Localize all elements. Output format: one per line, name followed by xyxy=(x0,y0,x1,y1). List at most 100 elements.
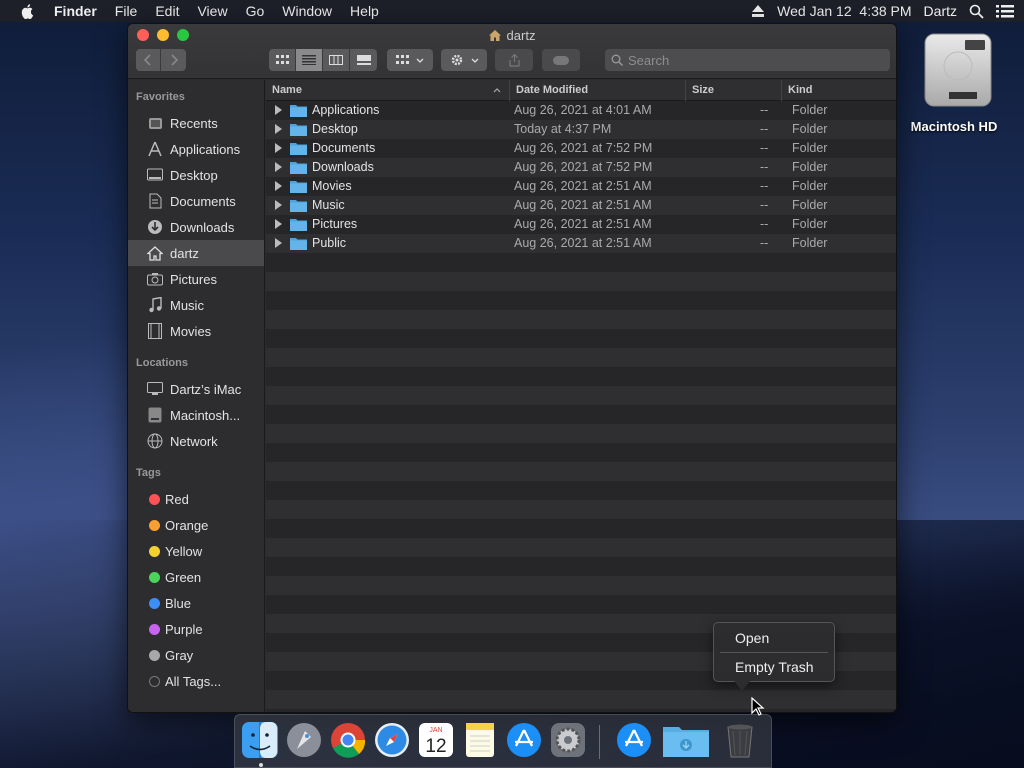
table-row[interactable]: Desktop Today at 4:37 PM -- Folder xyxy=(266,120,896,139)
disclosure-triangle-icon[interactable] xyxy=(275,238,282,248)
menu-finder[interactable]: Finder xyxy=(54,3,97,19)
tag-color-dot-icon xyxy=(149,571,160,583)
notification-center-icon[interactable] xyxy=(996,4,1014,18)
sidebar-item-downloads[interactable]: Downloads xyxy=(128,214,264,240)
sidebar-item-imac[interactable]: Dartz’s iMac xyxy=(128,376,264,402)
file-size: -- xyxy=(760,103,769,117)
clock[interactable]: Wed Jan 12 4:38 PM xyxy=(777,3,911,19)
sidebar-tag-green[interactable]: Green xyxy=(128,564,264,590)
sidebar-tag-all-tags[interactable]: All Tags... xyxy=(128,668,264,694)
trash-dock-icon[interactable] xyxy=(721,721,759,759)
table-row[interactable]: Applications Aug 26, 2021 at 4:01 AM -- Fol… xyxy=(266,101,896,120)
tag-icon xyxy=(553,55,569,65)
app-store-folder-dock-icon[interactable] xyxy=(615,721,653,759)
sidebar-tag-gray[interactable]: Gray xyxy=(128,642,264,668)
table-row[interactable]: Downloads Aug 26, 2021 at 7:52 PM -- Folder xyxy=(266,158,896,177)
menu-item-empty-trash[interactable]: Empty Trash xyxy=(714,653,834,681)
column-view-button[interactable] xyxy=(323,49,350,71)
tag-list: Red Orange Yellow Green Blue Purple Gray All Ta… xyxy=(128,486,264,694)
file-date: Aug 26, 2021 at 2:51 AM xyxy=(514,198,652,212)
sidebar-tag-blue[interactable]: Blue xyxy=(128,590,264,616)
clock-icon xyxy=(146,115,164,131)
column-header-name[interactable]: Name xyxy=(266,80,509,101)
desktop-icon xyxy=(146,167,164,183)
sidebar-item-desktop[interactable]: Desktop xyxy=(128,162,264,188)
table-row[interactable]: Pictures Aug 26, 2021 at 2:51 AM -- Folder xyxy=(266,215,896,234)
menu-go[interactable]: Go xyxy=(246,3,265,19)
disclosure-triangle-icon[interactable] xyxy=(275,200,282,210)
chevron-down-icon xyxy=(471,58,478,63)
disclosure-triangle-icon[interactable] xyxy=(275,181,282,191)
file-size: -- xyxy=(760,122,769,136)
eject-icon[interactable] xyxy=(751,5,765,17)
calendar-dock-icon[interactable]: JAN 12 xyxy=(417,721,455,759)
file-name: Public xyxy=(312,236,347,250)
table-row[interactable]: Public Aug 26, 2021 at 2:51 AM -- Folder xyxy=(266,234,896,253)
disclosure-triangle-icon[interactable] xyxy=(275,124,282,134)
chrome-dock-icon[interactable] xyxy=(329,721,367,759)
disclosure-triangle-icon[interactable] xyxy=(275,143,282,153)
finder-dock-icon[interactable] xyxy=(241,721,279,759)
list-view-button[interactable] xyxy=(296,49,323,71)
tags-button[interactable] xyxy=(542,49,580,71)
menu-window[interactable]: Window xyxy=(282,3,332,19)
search-field[interactable] xyxy=(605,49,890,71)
launchpad-dock-icon[interactable] xyxy=(285,721,323,759)
spotlight-search-icon[interactable] xyxy=(969,4,984,19)
table-row[interactable]: Music Aug 26, 2021 at 2:51 AM -- Folder xyxy=(266,196,896,215)
column-header-kind[interactable]: Kind xyxy=(781,80,896,101)
disclosure-triangle-icon[interactable] xyxy=(275,162,282,172)
column-header-date[interactable]: Date Modified xyxy=(509,80,685,101)
search-input[interactable] xyxy=(628,52,868,68)
table-row[interactable]: Movies Aug 26, 2021 at 2:51 AM -- Folder xyxy=(266,177,896,196)
menu-help[interactable]: Help xyxy=(350,3,379,19)
sidebar-item-documents[interactable]: Documents xyxy=(128,188,264,214)
menu-view[interactable]: View xyxy=(197,3,227,19)
dock-separator xyxy=(599,725,600,759)
action-button[interactable] xyxy=(441,49,487,71)
group-by-button[interactable] xyxy=(387,49,433,71)
share-button[interactable] xyxy=(495,49,533,71)
system-preferences-dock-icon[interactable] xyxy=(549,721,587,759)
disclosure-triangle-icon[interactable] xyxy=(275,105,282,115)
sidebar-item-music[interactable]: Music xyxy=(128,292,264,318)
forward-button[interactable] xyxy=(161,49,186,71)
home-icon xyxy=(146,245,164,261)
disk-icon xyxy=(146,407,164,423)
table-row[interactable]: Documents Aug 26, 2021 at 7:52 PM -- Folder xyxy=(266,139,896,158)
downloads-folder-dock-icon[interactable] xyxy=(661,721,711,759)
desktop-macintosh-hd[interactable]: Macintosh HD xyxy=(911,32,998,134)
share-icon xyxy=(508,53,520,67)
app-store-dock-icon[interactable] xyxy=(505,721,543,759)
icon-view-button[interactable] xyxy=(269,49,296,71)
applications-icon xyxy=(146,141,164,157)
sidebar-tag-purple[interactable]: Purple xyxy=(128,616,264,642)
disclosure-triangle-icon[interactable] xyxy=(275,219,282,229)
notes-dock-icon[interactable] xyxy=(461,721,499,759)
menu-file[interactable]: File xyxy=(115,3,138,19)
sidebar-tag-red[interactable]: Red xyxy=(128,486,264,512)
gallery-view-button[interactable] xyxy=(350,49,377,71)
sidebar-item-movies[interactable]: Movies xyxy=(128,318,264,344)
menu-bar: Finder File Edit View Go Window Help Wed… xyxy=(0,0,1024,22)
menu-item-open[interactable]: Open xyxy=(714,624,834,652)
sidebar-item-network[interactable]: Network xyxy=(128,428,264,454)
safari-dock-icon[interactable] xyxy=(373,721,411,759)
sidebar-item-label: Blue xyxy=(165,595,192,611)
window-toolbar: dartz xyxy=(128,24,896,79)
sidebar-tag-orange[interactable]: Orange xyxy=(128,512,264,538)
user-menu[interactable]: Dartz xyxy=(924,3,957,19)
sidebar-item-dartz[interactable]: dartz xyxy=(128,240,264,266)
sidebar-tag-yellow[interactable]: Yellow xyxy=(128,538,264,564)
apple-icon[interactable] xyxy=(20,3,36,19)
sidebar-item-macintosh-hd[interactable]: Macintosh... xyxy=(128,402,264,428)
menu-edit[interactable]: Edit xyxy=(155,3,179,19)
sidebar-item-pictures[interactable]: Pictures xyxy=(128,266,264,292)
sidebar-item-recents[interactable]: Recents xyxy=(128,110,264,136)
chevron-down-icon xyxy=(416,58,424,63)
column-header-size[interactable]: Size xyxy=(685,80,781,101)
file-kind: Folder xyxy=(792,217,828,231)
back-button[interactable] xyxy=(136,49,161,71)
sidebar-item-label: Movies xyxy=(170,323,212,339)
sidebar-item-applications[interactable]: Applications xyxy=(128,136,264,162)
